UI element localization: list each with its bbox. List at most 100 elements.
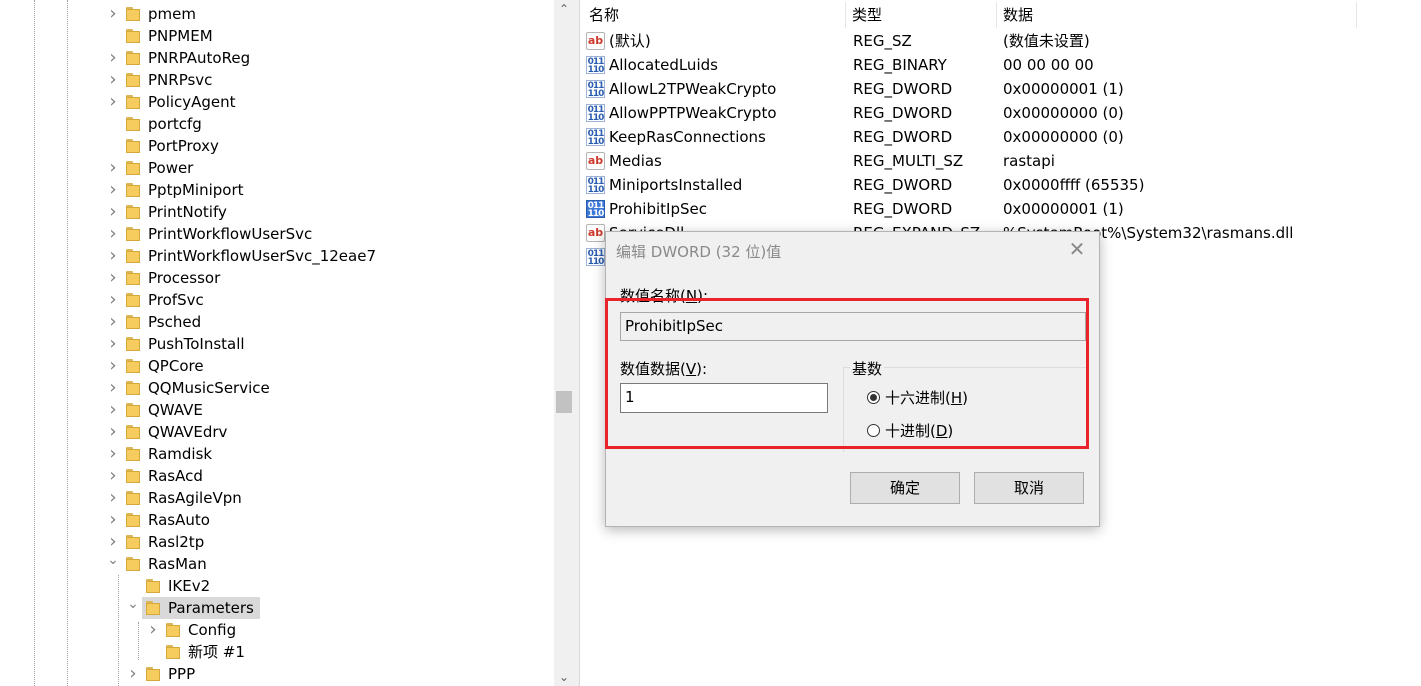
folder-icon (126, 161, 140, 175)
tree-item-label: RasAuto (148, 511, 210, 529)
tree-item[interactable]: › Psched (0, 311, 554, 333)
value-type: REG_DWORD (853, 104, 953, 122)
tree-item-label: RasAcd (148, 467, 203, 485)
folder-icon (126, 513, 140, 527)
chevron-down-icon[interactable]: ⌄ (127, 597, 139, 619)
tree-item[interactable]: › RasAgileVpn (0, 487, 554, 509)
tree-item[interactable]: › PptpMiniport (0, 179, 554, 201)
value-row[interactable]: 011 110 ProhibitIpSec REG_DWORD 0x00000001 (… (580, 197, 1421, 221)
ok-button[interactable]: 确定 (850, 472, 960, 504)
tree-item[interactable]: › PrintWorkflowUserSvc_12eae7 (0, 245, 554, 267)
column-divider[interactable] (845, 2, 846, 28)
tree-item[interactable]: › pmem (0, 3, 554, 25)
folder-icon (126, 249, 140, 263)
value-row[interactable]: ab (默认) REG_SZ (数值未设置) (580, 29, 1421, 53)
chevron-right-icon[interactable]: › (107, 531, 119, 553)
chevron-right-icon[interactable]: › (107, 267, 119, 289)
tree-item[interactable]: › QWAVEdrv (0, 421, 554, 443)
tree-item-label: PrintWorkflowUserSvc_12eae7 (148, 247, 376, 265)
chevron-right-icon[interactable]: › (107, 245, 119, 267)
tree-item[interactable]: › PushToInstall (0, 333, 554, 355)
tree-item[interactable]: › Power (0, 157, 554, 179)
chevron-right-icon[interactable]: › (107, 377, 119, 399)
tree-item[interactable]: 新项 #1 (0, 641, 554, 663)
tree-item[interactable]: › Rasl2tp (0, 531, 554, 553)
value-type: REG_BINARY (853, 56, 947, 74)
tree-item[interactable]: PNPMEM (0, 25, 554, 47)
tree-item[interactable]: PortProxy (0, 135, 554, 157)
column-header-name[interactable]: 名称 (589, 0, 619, 28)
value-row[interactable]: 011 110 KeepRasConnections REG_DWORD 0x00000… (580, 125, 1421, 149)
tree-item-label: Ramdisk (148, 445, 213, 463)
scroll-up-icon[interactable]: ⌃ (554, 0, 574, 18)
tree-item[interactable]: › RasAuto (0, 509, 554, 531)
chevron-right-icon[interactable]: › (107, 91, 119, 113)
tree-item[interactable]: › PPP (0, 663, 554, 685)
chevron-right-icon[interactable]: › (147, 619, 159, 641)
chevron-right-icon[interactable]: › (107, 399, 119, 421)
value-name: (默认) (609, 32, 651, 50)
chevron-right-icon[interactable]: › (107, 69, 119, 91)
column-divider[interactable] (1356, 2, 1357, 28)
value-row[interactable]: ab Medias REG_MULTI_SZ rastapi (580, 149, 1421, 173)
chevron-right-icon[interactable]: › (107, 201, 119, 223)
tree-item-label: PNPMEM (148, 27, 213, 45)
value-row[interactable]: 011 110 MiniportsInstalled REG_DWORD 0x0000f… (580, 173, 1421, 197)
tree-item[interactable]: › QQMusicService (0, 377, 554, 399)
tree-item[interactable]: › RasAcd (0, 465, 554, 487)
tree-item[interactable]: › PolicyAgent (0, 91, 554, 113)
chevron-right-icon[interactable]: › (107, 311, 119, 333)
tree-item[interactable]: ⌄ RasMan (0, 553, 554, 575)
value-row[interactable]: 011 110 AllocatedLuids REG_BINARY 00 00 00 0… (580, 53, 1421, 77)
folder-icon (126, 557, 140, 571)
chevron-right-icon[interactable]: › (107, 223, 119, 245)
scroll-down-icon[interactable]: ⌄ (554, 668, 574, 686)
folder-icon (126, 425, 140, 439)
tree-item-label: Processor (148, 269, 221, 287)
tree-item-label: PortProxy (148, 137, 219, 155)
tree-item[interactable]: › Config (0, 619, 554, 641)
chevron-right-icon[interactable]: › (107, 487, 119, 509)
tree-item[interactable]: IKEv2 (0, 575, 554, 597)
close-icon[interactable]: ✕ (1067, 237, 1087, 261)
tree-scrollbar[interactable]: ⌃ ⌄ (554, 0, 574, 686)
tree-item[interactable]: › Ramdisk (0, 443, 554, 465)
chevron-right-icon[interactable]: › (107, 443, 119, 465)
chevron-right-icon[interactable]: › (107, 3, 119, 25)
value-type: REG_MULTI_SZ (853, 152, 964, 170)
tree-item[interactable]: › PNRPsvc (0, 69, 554, 91)
tree-item[interactable]: › QPCore (0, 355, 554, 377)
value-row[interactable]: 011 110 AllowL2TPWeakCrypto REG_DWORD 0x0000… (580, 77, 1421, 101)
tree-item[interactable]: › QWAVE (0, 399, 554, 421)
chevron-right-icon[interactable]: › (107, 157, 119, 179)
column-divider[interactable] (996, 2, 997, 28)
folder-icon (146, 667, 160, 681)
cancel-button[interactable]: 取消 (974, 472, 1084, 504)
column-header-type[interactable]: 类型 (852, 0, 882, 28)
chevron-right-icon[interactable]: › (107, 47, 119, 69)
chevron-right-icon[interactable]: › (107, 179, 119, 201)
tree-item[interactable]: › PrintNotify (0, 201, 554, 223)
tree-item[interactable]: › ProfSvc (0, 289, 554, 311)
dialog-title: 编辑 DWORD (32 位)值 (616, 243, 782, 261)
chevron-right-icon[interactable]: › (107, 465, 119, 487)
chevron-right-icon[interactable]: › (107, 421, 119, 443)
scroll-thumb[interactable] (556, 391, 572, 413)
tree-item[interactable]: portcfg (0, 113, 554, 135)
tree-item[interactable]: › PNRPAutoReg (0, 47, 554, 69)
tree-item[interactable]: ⌄ Parameters (0, 597, 554, 619)
binary-value-icon: 011 110 (586, 56, 605, 75)
chevron-right-icon[interactable]: › (107, 355, 119, 377)
chevron-down-icon[interactable]: ⌄ (107, 553, 119, 575)
binary-value-icon: 011 110 (586, 128, 605, 147)
column-header-data[interactable]: 数据 (1003, 0, 1033, 28)
chevron-right-icon[interactable]: › (107, 509, 119, 531)
chevron-right-icon[interactable]: › (127, 663, 139, 685)
tree-item[interactable]: › PrintWorkflowUserSvc (0, 223, 554, 245)
chevron-right-icon[interactable]: › (107, 333, 119, 355)
tree-item[interactable]: › Processor (0, 267, 554, 289)
value-row[interactable]: 011 110 AllowPPTPWeakCrypto REG_DWORD 0x0000… (580, 101, 1421, 125)
chevron-right-icon[interactable]: › (107, 289, 119, 311)
tree-item-label: PPP (168, 665, 196, 683)
tree-item-label: QWAVE (148, 401, 203, 419)
